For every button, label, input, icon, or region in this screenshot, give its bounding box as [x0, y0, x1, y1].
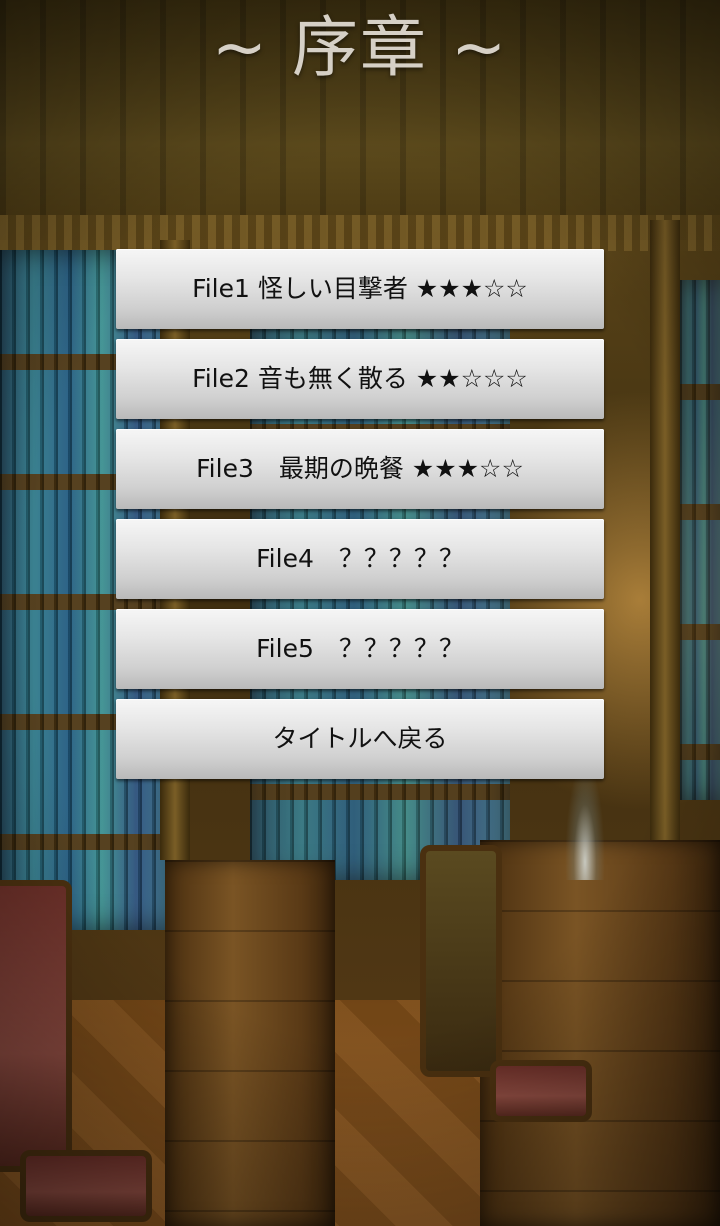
- file5-button[interactable]: File5 ？？？？？: [116, 609, 604, 689]
- file4-button[interactable]: File4 ？？？？？: [116, 519, 604, 599]
- file-menu: File1 怪しい目撃者 ★★★☆☆ File2 音も無く散る ★★☆☆☆ Fi…: [116, 249, 604, 789]
- back-to-title-button[interactable]: タイトルへ戻る: [116, 699, 604, 779]
- file2-button[interactable]: File2 音も無く散る ★★☆☆☆: [116, 339, 604, 419]
- chapter-title: ~ 序章 ~: [211, 9, 509, 86]
- file1-button[interactable]: File1 怪しい目撃者 ★★★☆☆: [116, 249, 604, 329]
- file3-button[interactable]: File3 最期の晩餐 ★★★☆☆: [116, 429, 604, 509]
